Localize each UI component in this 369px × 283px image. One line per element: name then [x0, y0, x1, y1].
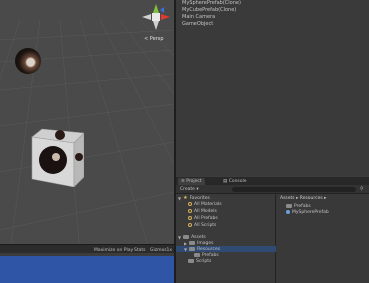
create-label: Create: [180, 187, 195, 192]
assets-browser: Assets ▸ Resources ▸ Prefabs MySpherePre…: [277, 194, 369, 283]
gizmos-dropdown[interactable]: Gizmos: [150, 248, 167, 253]
favorite-label: All Materials: [194, 201, 222, 207]
scene-view[interactable]: < Persp 1x Maximize on Play Stats Gizmos: [0, 0, 174, 253]
create-dropdown[interactable]: Create ▾: [180, 187, 199, 192]
search-input[interactable]: [232, 187, 356, 192]
hierarchy-panel: MySpherePrefab(Clone) MyCubePrefab(Clone…: [176, 0, 369, 176]
favorite-item[interactable]: All Scripts: [188, 222, 216, 228]
favorite-label: All Prefabs: [194, 215, 218, 221]
expand-arrow-icon[interactable]: ▼: [184, 247, 187, 252]
maximize-on-play-toggle[interactable]: Maximize on Play: [94, 248, 133, 253]
cube-object[interactable]: [30, 127, 84, 187]
folder-label: Images: [197, 240, 214, 246]
folder-icon: [188, 259, 194, 263]
tab-console[interactable]: ▤ Console: [220, 178, 250, 185]
hierarchy-item[interactable]: Main Camera: [182, 14, 215, 20]
favorite-label: All Scripts: [194, 222, 217, 228]
assets-label: Assets: [191, 234, 206, 240]
stats-toggle[interactable]: Stats: [134, 248, 146, 253]
tab-project-label: Project: [186, 179, 202, 184]
expand-arrow-icon[interactable]: ▼: [178, 235, 181, 240]
prefab-icon: [286, 210, 290, 214]
project-tree: ▼ ★ Favorites All Materials All Models A…: [176, 194, 276, 283]
scene-toolbar: 1x Maximize on Play Stats Gizmos: [0, 244, 174, 253]
game-view[interactable]: [0, 256, 174, 283]
project-tabs: ≡ Project ▤ Console: [176, 177, 369, 185]
lock-icon[interactable]: ⚲: [360, 186, 364, 192]
folder-icon: [286, 204, 292, 208]
asset-item[interactable]: MySpherePrefab: [286, 209, 329, 215]
folder-item[interactable]: Scripts: [188, 258, 211, 264]
folder-icon: [194, 253, 200, 257]
folder-icon: [189, 241, 196, 245]
search-icon: [188, 223, 192, 227]
hierarchy-item[interactable]: MyCubePrefab(Clone): [182, 7, 236, 13]
folder-item-selected[interactable]: ▼ Resources: [176, 246, 276, 252]
persp-label[interactable]: < Persp: [144, 36, 164, 42]
favorite-item[interactable]: All Materials: [188, 201, 222, 207]
hierarchy-item[interactable]: GameObject: [182, 21, 213, 27]
search-icon: [188, 216, 192, 220]
favorites-label: Favorites: [189, 195, 210, 201]
favorite-label: All Models: [194, 208, 217, 214]
sphere-object[interactable]: [15, 48, 41, 74]
asset-label: Prefabs: [294, 203, 311, 209]
folder-label: Prefabs: [202, 252, 219, 258]
hierarchy-item[interactable]: MySpherePrefab(Clone): [182, 0, 241, 6]
expand-arrow-icon[interactable]: ▶: [184, 241, 187, 246]
search-icon: [188, 202, 192, 206]
folder-icon: [183, 235, 190, 239]
tab-project[interactable]: ≡ Project: [178, 178, 205, 185]
tab-console-label: Console: [228, 179, 247, 184]
search-icon: [188, 209, 192, 213]
project-panel: ≡ Project ▤ Console Create ▾ ⚲ ▼ ★ Favor…: [176, 177, 369, 283]
orientation-gizmo[interactable]: [140, 2, 172, 32]
folder-icon: [189, 247, 196, 251]
folder-label: Resources: [197, 246, 221, 252]
asset-label: MySpherePrefab: [292, 209, 329, 215]
favorite-item[interactable]: All Prefabs: [188, 215, 218, 221]
project-toolbar: Create ▾ ⚲: [176, 185, 369, 194]
folder-label: Scripts: [196, 258, 212, 264]
breadcrumb[interactable]: Assets ▸ Resources ▸: [280, 196, 326, 201]
favorite-item[interactable]: All Models: [188, 208, 217, 214]
expand-arrow-icon[interactable]: ▼: [178, 196, 181, 201]
ratio-label: 1x: [166, 248, 172, 253]
star-icon: ★: [183, 195, 188, 201]
